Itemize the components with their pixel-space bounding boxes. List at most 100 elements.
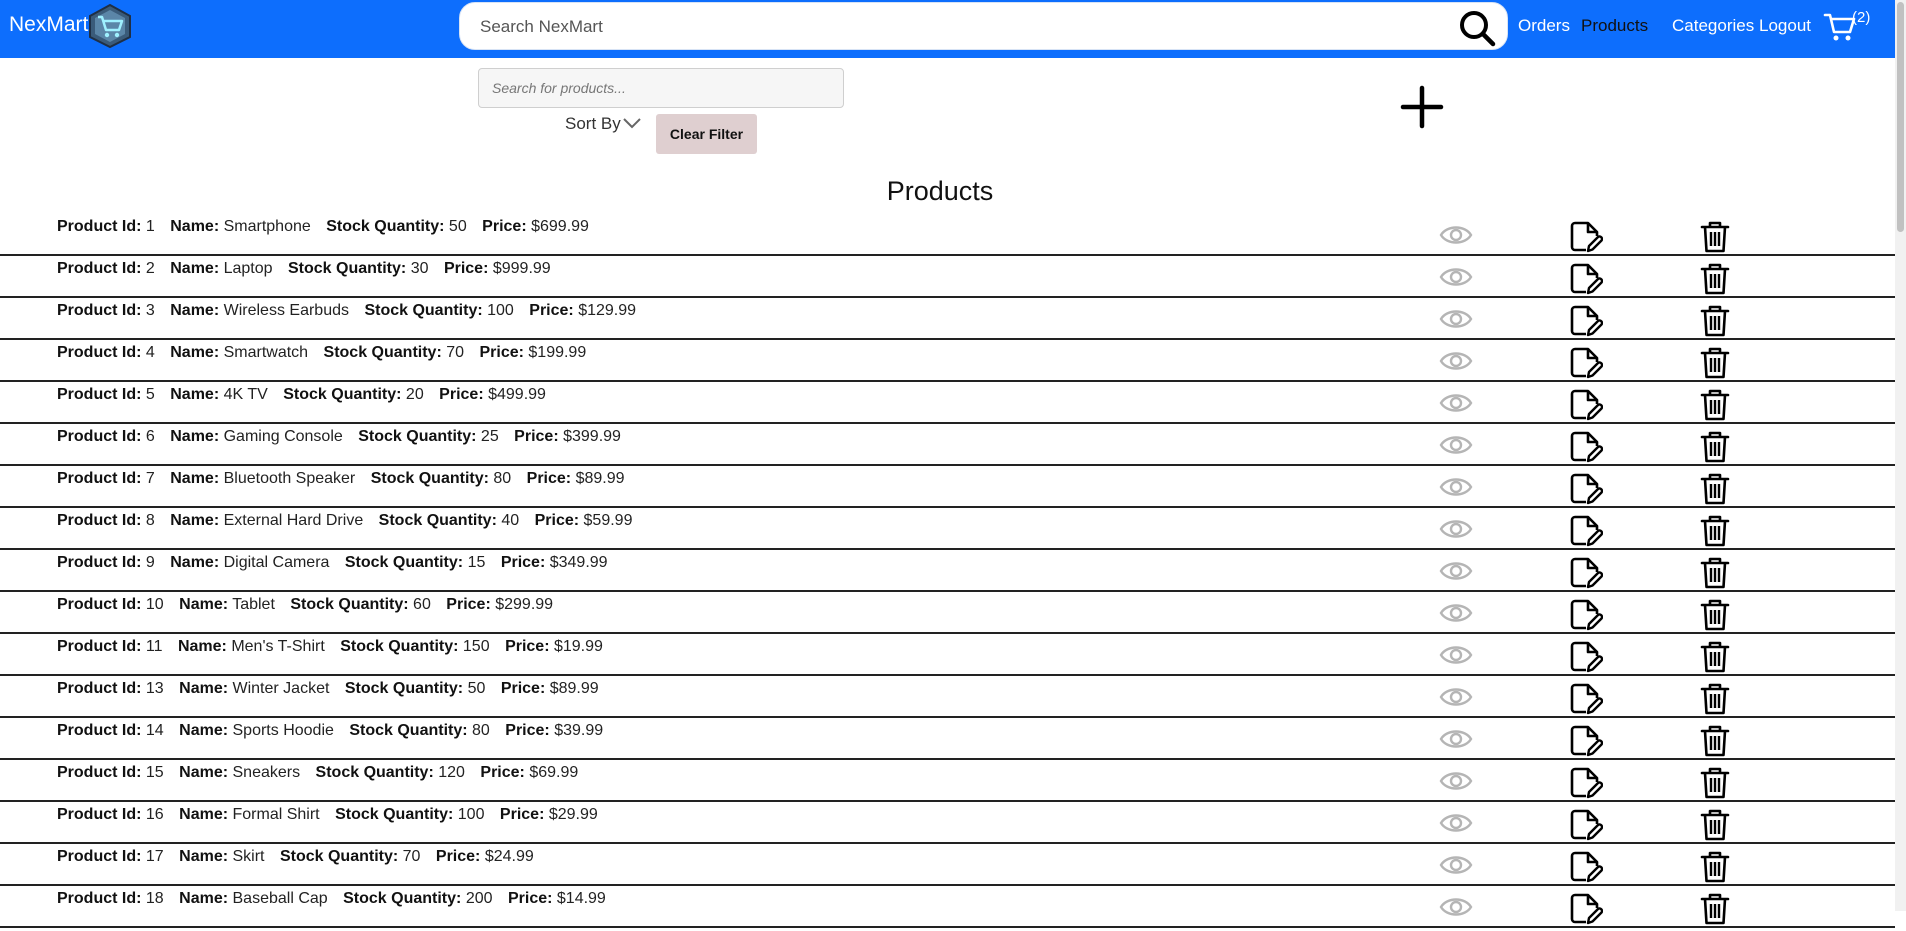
edit-icon[interactable]: [1569, 346, 1604, 380]
price-label: Price:: [479, 344, 524, 361]
edit-icon[interactable]: [1569, 598, 1604, 632]
product-id: 13: [145, 680, 164, 697]
product-name: Smartphone: [223, 218, 311, 235]
scrollbar-thumb[interactable]: [1897, 2, 1904, 232]
eye-icon[interactable]: [1439, 558, 1473, 584]
edit-icon[interactable]: [1569, 388, 1604, 422]
trash-icon[interactable]: [1700, 220, 1730, 254]
product-price: $19.99: [553, 638, 603, 655]
product-search-input[interactable]: [478, 68, 844, 108]
search-icon[interactable]: [1457, 8, 1497, 48]
product-name-label: Name:: [170, 512, 220, 529]
eye-icon[interactable]: [1439, 600, 1473, 626]
trash-icon[interactable]: [1700, 556, 1730, 590]
eye-icon[interactable]: [1439, 348, 1473, 374]
sort-by-dropdown[interactable]: Sort By: [565, 114, 621, 134]
eye-icon[interactable]: [1439, 852, 1473, 878]
eye-icon[interactable]: [1439, 684, 1473, 710]
chevron-down-icon[interactable]: [622, 116, 642, 130]
edit-icon[interactable]: [1569, 514, 1604, 548]
product-id-label: Product Id:: [57, 806, 142, 823]
edit-icon[interactable]: [1569, 808, 1604, 842]
price-label: Price:: [443, 260, 489, 277]
trash-icon[interactable]: [1700, 346, 1730, 380]
stock-quantity: 40: [501, 512, 520, 529]
stock-quantity: 70: [402, 848, 421, 865]
eye-icon[interactable]: [1439, 726, 1473, 752]
eye-icon[interactable]: [1439, 390, 1473, 416]
product-price: $29.99: [548, 806, 598, 823]
trash-icon[interactable]: [1700, 850, 1730, 884]
product-name-label: Name:: [170, 428, 220, 445]
eye-icon[interactable]: [1439, 306, 1473, 332]
page-title: Products: [886, 176, 994, 206]
eye-icon[interactable]: [1439, 642, 1473, 668]
trash-icon[interactable]: [1700, 766, 1730, 800]
trash-icon[interactable]: [1700, 682, 1730, 716]
edit-icon[interactable]: [1569, 472, 1604, 506]
eye-icon[interactable]: [1439, 474, 1473, 500]
global-search-input[interactable]: [478, 11, 1442, 43]
nav-products[interactable]: Products: [1581, 16, 1648, 36]
clear-filter-button[interactable]: Clear Filter: [656, 114, 757, 154]
product-id: 8: [145, 512, 155, 529]
eye-icon[interactable]: [1439, 264, 1473, 290]
product-id-label: Product Id:: [57, 470, 142, 487]
trash-icon[interactable]: [1700, 262, 1730, 296]
trash-icon[interactable]: [1700, 808, 1730, 842]
edit-icon[interactable]: [1569, 892, 1604, 926]
eye-icon[interactable]: [1439, 432, 1473, 458]
edit-icon[interactable]: [1569, 850, 1604, 884]
product-name: Winter Jacket: [232, 680, 330, 697]
stock-quantity-label: Stock Quantity:: [335, 806, 454, 823]
edit-icon[interactable]: [1569, 640, 1604, 674]
eye-icon[interactable]: [1439, 222, 1473, 248]
edit-icon[interactable]: [1569, 556, 1604, 590]
product-details: Product Id: 8 Name: External Hard Drive …: [57, 512, 643, 530]
product-name: Sports Hoodie: [232, 722, 334, 739]
stock-quantity: 50: [448, 218, 467, 235]
stock-quantity: 15: [467, 554, 486, 571]
page-scrollbar[interactable]: [1895, 0, 1906, 911]
trash-icon[interactable]: [1700, 640, 1730, 674]
product-row: Product Id: 3 Name: Wireless Earbuds Sto…: [0, 298, 1895, 340]
trash-icon[interactable]: [1700, 430, 1730, 464]
product-id-label: Product Id:: [57, 722, 142, 739]
edit-icon[interactable]: [1569, 766, 1604, 800]
edit-icon[interactable]: [1569, 304, 1604, 338]
nav-logout[interactable]: Logout: [1759, 16, 1811, 36]
edit-icon[interactable]: [1569, 682, 1604, 716]
product-name-label: Name:: [179, 596, 229, 613]
brand-logo-icon[interactable]: [84, 3, 136, 49]
eye-icon[interactable]: [1439, 894, 1473, 920]
stock-quantity-label: Stock Quantity:: [364, 302, 483, 319]
trash-icon[interactable]: [1700, 892, 1730, 926]
stock-quantity: 70: [446, 344, 465, 361]
trash-icon[interactable]: [1700, 388, 1730, 422]
trash-icon[interactable]: [1700, 472, 1730, 506]
product-name-label: Name:: [179, 890, 229, 907]
trash-icon[interactable]: [1700, 598, 1730, 632]
eye-icon[interactable]: [1439, 768, 1473, 794]
product-name-label: Name:: [179, 722, 229, 739]
nav-orders[interactable]: Orders: [1518, 16, 1570, 36]
nav-categories[interactable]: Categories: [1672, 16, 1754, 36]
edit-icon[interactable]: [1569, 262, 1604, 296]
trash-icon[interactable]: [1700, 724, 1730, 758]
product-id: 7: [145, 470, 155, 487]
product-row: Product Id: 5 Name: 4K TV Stock Quantity…: [0, 382, 1895, 424]
plus-icon[interactable]: [1400, 85, 1444, 129]
stock-quantity: 20: [405, 386, 424, 403]
edit-icon[interactable]: [1569, 430, 1604, 464]
edit-icon[interactable]: [1569, 220, 1604, 254]
product-details: Product Id: 9 Name: Digital Camera Stock…: [57, 554, 619, 572]
edit-icon[interactable]: [1569, 724, 1604, 758]
eye-icon[interactable]: [1439, 810, 1473, 836]
trash-icon[interactable]: [1700, 304, 1730, 338]
trash-icon[interactable]: [1700, 514, 1730, 548]
product-id-label: Product Id:: [57, 764, 142, 781]
price-label: Price:: [505, 722, 550, 739]
stock-quantity: 80: [472, 722, 490, 739]
brand-name[interactable]: NexMart: [9, 13, 88, 37]
eye-icon[interactable]: [1439, 516, 1473, 542]
